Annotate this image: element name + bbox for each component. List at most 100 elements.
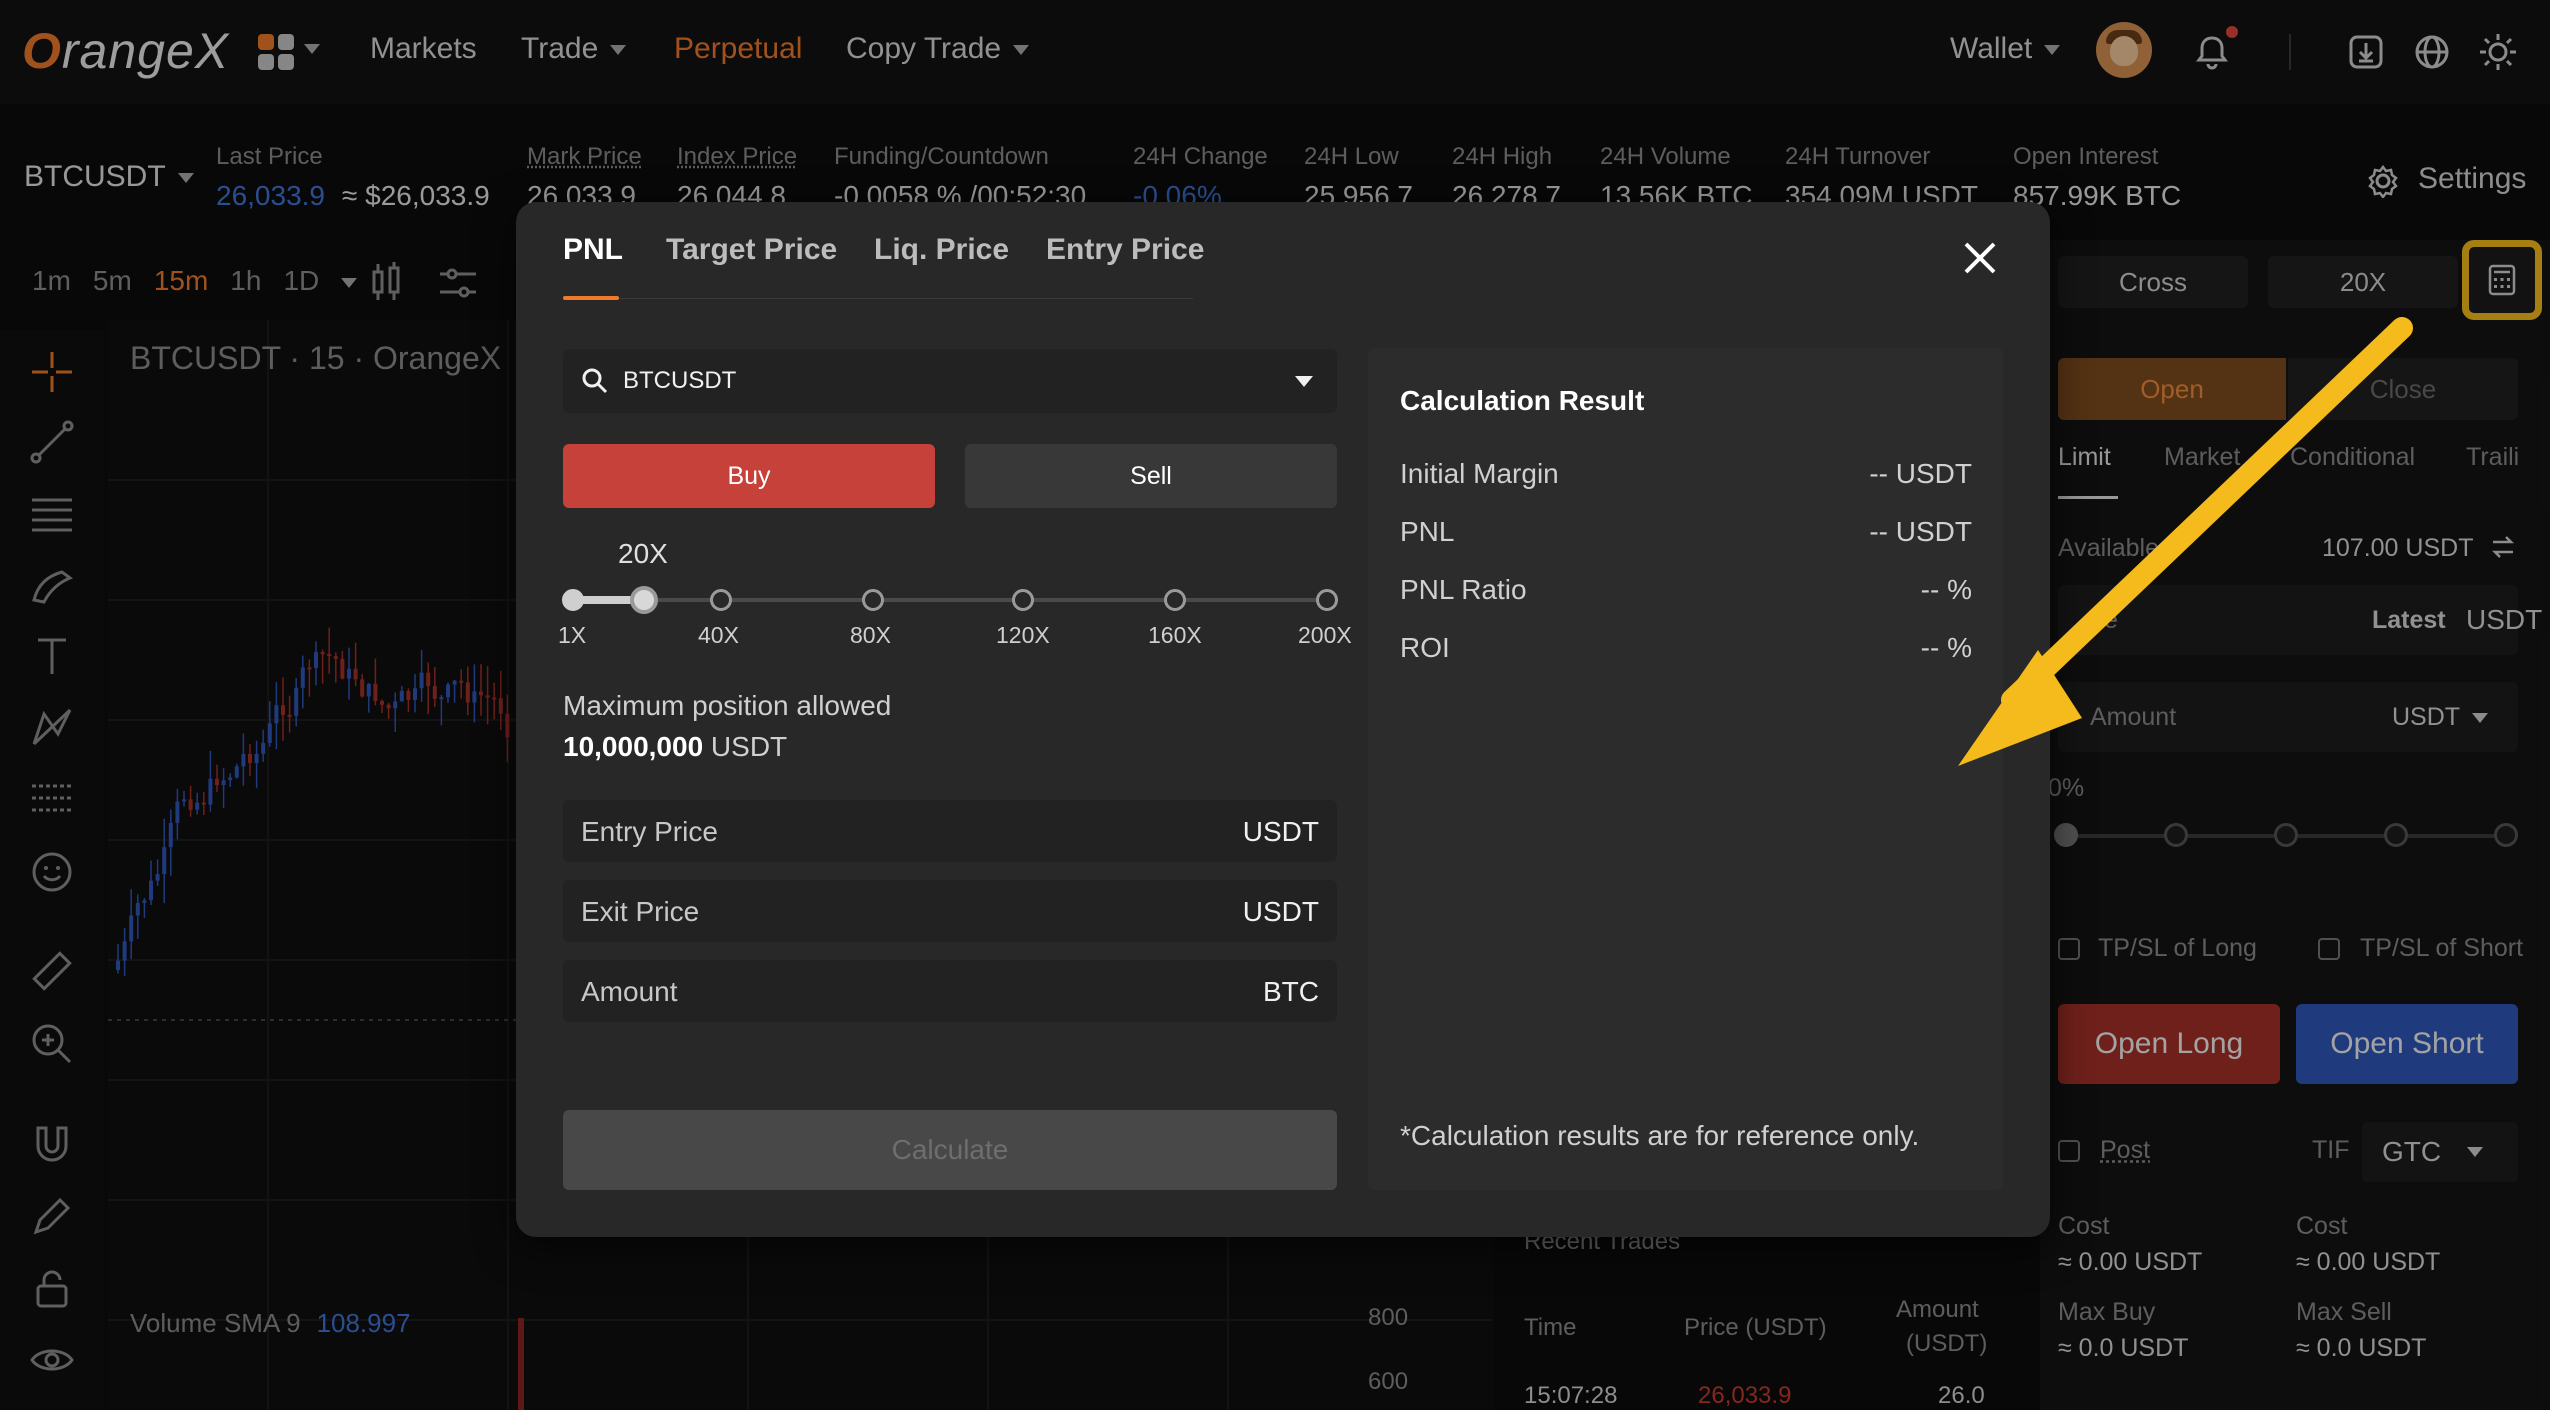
buy-button[interactable]: Buy xyxy=(563,444,935,508)
leverage-step-200x[interactable] xyxy=(1316,589,1338,611)
exit-price-input[interactable]: Exit Price USDT xyxy=(563,880,1337,942)
amount-input[interactable]: Amount BTC xyxy=(563,960,1337,1022)
chevron-down-icon[interactable] xyxy=(304,44,320,54)
tif-select[interactable]: GTC xyxy=(2362,1122,2518,1182)
candle-body xyxy=(294,687,299,716)
nav-copy-trade[interactable]: Copy Trade xyxy=(846,32,1030,66)
horizontal-lines-icon[interactable] xyxy=(28,490,76,538)
tab-close[interactable]: Close xyxy=(2288,358,2518,420)
candle-body xyxy=(479,691,483,696)
globe-icon[interactable] xyxy=(2412,32,2452,72)
settings-button[interactable]: Settings xyxy=(2418,162,2526,196)
leverage-button[interactable]: 20X xyxy=(2268,256,2458,308)
tpsl-short-checkbox[interactable] xyxy=(2318,938,2340,960)
zoom-in-icon[interactable] xyxy=(28,1020,76,1068)
pencil-lock-icon[interactable] xyxy=(28,1192,76,1240)
slider-step[interactable] xyxy=(2274,823,2298,847)
entry-price-input[interactable]: Entry Price USDT xyxy=(563,800,1337,862)
interval-5m[interactable]: 5m xyxy=(93,265,132,296)
amount-unit: BTC xyxy=(1263,976,1319,1007)
mark-price-label[interactable]: Mark Price xyxy=(527,143,642,171)
leverage-step-40x[interactable] xyxy=(710,589,732,611)
fib-icon[interactable] xyxy=(28,776,76,824)
orangex-logo[interactable]: OrangeX xyxy=(22,22,229,80)
close-icon[interactable] xyxy=(1960,238,2000,278)
crosshair-icon[interactable] xyxy=(28,348,76,396)
symbol-select[interactable]: BTCUSDT xyxy=(563,349,1337,413)
sell-button[interactable]: Sell xyxy=(965,444,1337,508)
ruler-icon[interactable] xyxy=(28,948,76,996)
calculator-button[interactable] xyxy=(2462,240,2542,320)
nav-perpetual[interactable]: Perpetual xyxy=(674,32,802,66)
leverage-step-120x[interactable] xyxy=(1012,589,1034,611)
candle-body xyxy=(122,941,127,961)
leverage-step-160x[interactable] xyxy=(1164,589,1186,611)
interval-15m[interactable]: 15m xyxy=(154,265,208,296)
post-only-checkbox[interactable] xyxy=(2058,1140,2080,1162)
open-short-button[interactable]: Open Short xyxy=(2296,1004,2518,1084)
leverage-step-80x[interactable] xyxy=(862,589,884,611)
tab-open[interactable]: Open xyxy=(2058,358,2286,420)
sun-icon[interactable] xyxy=(2478,32,2518,72)
candle-body xyxy=(406,690,411,700)
pattern-icon[interactable] xyxy=(28,704,76,752)
chevron-down-icon[interactable] xyxy=(341,277,358,288)
open-long-button[interactable]: Open Long xyxy=(2058,1004,2280,1084)
tpsl-long-label: TP/SL of Long xyxy=(2098,934,2257,962)
indicators-icon[interactable] xyxy=(438,266,478,300)
tab-target-price[interactable]: Target Price xyxy=(666,233,837,267)
candle-type-icon[interactable] xyxy=(370,262,404,302)
tab-pnl[interactable]: PNL xyxy=(563,233,623,267)
interval-1h[interactable]: 1h xyxy=(230,265,261,296)
gear-icon[interactable] xyxy=(2366,164,2400,198)
avatar[interactable] xyxy=(2096,22,2152,78)
slider-step[interactable] xyxy=(2164,823,2188,847)
eye-icon[interactable] xyxy=(28,1336,76,1384)
bell-icon[interactable] xyxy=(2192,32,2232,72)
trend-line-icon[interactable] xyxy=(28,418,76,466)
chevron-down-icon xyxy=(2472,713,2489,724)
leverage-slider[interactable] xyxy=(572,598,1328,602)
lock-icon[interactable] xyxy=(28,1264,76,1312)
brush-icon[interactable] xyxy=(28,560,76,608)
candle-body xyxy=(505,713,510,738)
candle-body xyxy=(413,688,417,700)
symbol-selector[interactable]: BTCUSDT xyxy=(24,160,194,194)
tpsl-long-checkbox[interactable] xyxy=(2058,938,2080,960)
slider-knob[interactable] xyxy=(2054,823,2078,847)
candle-body xyxy=(188,799,193,810)
apps-grid-icon[interactable] xyxy=(258,34,294,70)
leverage-step-1x[interactable] xyxy=(562,589,584,611)
trade-price: 26,033.9 xyxy=(1698,1382,1792,1409)
emoji-icon[interactable] xyxy=(28,848,76,896)
slider-step[interactable] xyxy=(2384,823,2408,847)
divider xyxy=(2289,34,2291,70)
slider-step[interactable] xyxy=(2494,823,2518,847)
text-icon[interactable] xyxy=(28,632,76,680)
index-price-label[interactable]: Index Price xyxy=(677,143,797,171)
amount-unit-select[interactable]: USDT xyxy=(2392,703,2489,732)
interval-1m[interactable]: 1m xyxy=(32,265,71,296)
order-type-conditional[interactable]: Conditional xyxy=(2290,443,2415,472)
nav-trade[interactable]: Trade xyxy=(521,32,627,66)
tab-liq-price[interactable]: Liq. Price xyxy=(874,233,1009,267)
order-type-limit[interactable]: Limit xyxy=(2058,443,2111,472)
candle-body xyxy=(221,780,226,786)
result-value-initial-margin: -- USDT xyxy=(1869,458,1972,489)
leverage-knob[interactable] xyxy=(630,586,658,614)
interval-1d[interactable]: 1D xyxy=(283,265,319,296)
order-type-trailing[interactable]: Traili xyxy=(2466,443,2519,472)
result-label-pnl-ratio: PNL Ratio xyxy=(1400,574,1527,605)
wallet-menu[interactable]: Wallet xyxy=(1950,32,2061,66)
candle-body xyxy=(399,690,404,702)
price-latest[interactable]: Latest xyxy=(2372,606,2446,635)
transfer-icon[interactable] xyxy=(2490,534,2516,560)
nav-markets[interactable]: Markets xyxy=(370,32,477,66)
tab-entry-price[interactable]: Entry Price xyxy=(1046,233,1204,267)
magnet-icon[interactable] xyxy=(28,1120,76,1168)
price-field[interactable] xyxy=(2058,585,2518,655)
order-type-market[interactable]: Market xyxy=(2164,443,2240,472)
margin-mode-button[interactable]: Cross xyxy=(2058,256,2248,308)
calculate-button[interactable]: Calculate xyxy=(563,1110,1337,1190)
download-icon[interactable] xyxy=(2346,32,2386,72)
